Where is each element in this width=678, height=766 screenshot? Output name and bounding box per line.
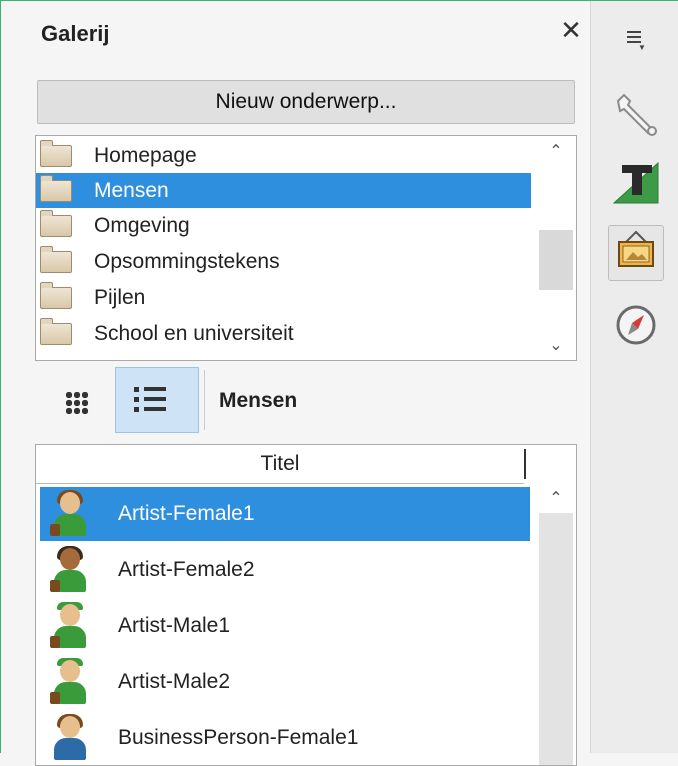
view-toolbar: Mensen [35, 367, 575, 435]
scroll-down-icon[interactable]: ⌄ [536, 334, 576, 358]
new-topic-button[interactable]: Nieuw onderwerp... [37, 80, 575, 124]
topic-list[interactable]: Homepage Mensen Omgeving Opsommingsteken… [35, 135, 577, 361]
menu-icon[interactable]: ▼ [627, 29, 646, 52]
businessperson-icon [50, 714, 90, 762]
folder-icon [40, 209, 72, 237]
styles-button[interactable] [608, 153, 664, 209]
properties-button[interactable] [608, 87, 664, 143]
list-view-button[interactable] [115, 367, 199, 433]
toolbar-divider [204, 370, 205, 430]
topic-item[interactable]: Omgeving [36, 208, 531, 243]
topic-label: Omgeving [94, 213, 190, 237]
scrollbar-thumb[interactable] [539, 513, 573, 765]
gallery-item-label: Artist-Female2 [118, 558, 255, 581]
gallery-item-label: BusinessPerson-Female1 [118, 726, 359, 749]
icon-view-button[interactable] [45, 375, 105, 429]
compass-icon [616, 305, 656, 345]
topic-item[interactable]: School en universiteit [36, 316, 531, 351]
gallery-item-label: Artist-Female1 [118, 502, 255, 525]
list-icon [134, 385, 178, 415]
gallery-button[interactable] [608, 225, 664, 281]
gallery-panel: Galerij ✕ Nieuw onderwerp... Homepage Me… [1, 1, 590, 766]
items-scrollbar[interactable]: ⌃ [536, 483, 576, 765]
topic-label: Mensen [94, 178, 169, 202]
sidebar-deck: ▼ [590, 1, 678, 753]
gallery-item-selected[interactable]: Artist-Female1 [40, 487, 530, 541]
folder-icon [40, 174, 72, 202]
topic-label: Homepage [94, 143, 197, 167]
navigator-button[interactable] [608, 297, 664, 353]
folder-icon [40, 139, 72, 167]
topic-label: Pijlen [94, 285, 146, 309]
folder-icon [40, 317, 72, 345]
person-male-icon [50, 602, 90, 650]
folder-icon [40, 245, 72, 273]
gallery-icon [618, 230, 654, 267]
scroll-up-icon[interactable]: ⌃ [536, 487, 576, 511]
person-female-icon [50, 490, 90, 538]
topic-item[interactable]: Pijlen [36, 280, 531, 315]
gallery-item[interactable]: Artist-Male1 [40, 599, 530, 653]
text-style-icon [612, 161, 659, 204]
topic-item[interactable]: Homepage [36, 138, 531, 173]
person-female-icon [50, 546, 90, 594]
column-header-title[interactable]: Titel [36, 445, 524, 484]
current-topic-label: Mensen [219, 389, 298, 412]
close-button[interactable]: ✕ [556, 15, 586, 45]
gallery-item[interactable]: BusinessPerson-Female1 [40, 711, 530, 765]
gallery-item[interactable]: Artist-Female2 [40, 543, 530, 597]
topic-item[interactable]: Opsommingstekens [36, 244, 531, 279]
topic-label: Opsommingstekens [94, 249, 280, 273]
gallery-item-label: Artist-Male1 [118, 614, 231, 637]
gallery-item-label: Artist-Male2 [118, 670, 231, 693]
folder-icon [40, 281, 72, 309]
wrench-icon [616, 93, 657, 136]
gallery-item[interactable]: Artist-Male2 [40, 655, 530, 709]
gallery-items-list[interactable]: Titel Artist-Female1 Artist-Female2 Arti… [35, 444, 577, 766]
scrollbar-thumb[interactable] [539, 230, 573, 290]
panel-title: Galerij [41, 21, 110, 46]
person-male-icon [50, 658, 90, 706]
topic-scrollbar[interactable]: ⌃ ⌄ [536, 136, 576, 360]
grid-icon [65, 391, 89, 415]
scroll-up-icon[interactable]: ⌃ [536, 140, 576, 164]
topic-item-selected[interactable]: Mensen [36, 173, 531, 208]
column-separator[interactable] [524, 449, 526, 479]
topic-label: School en universiteit [94, 321, 294, 345]
